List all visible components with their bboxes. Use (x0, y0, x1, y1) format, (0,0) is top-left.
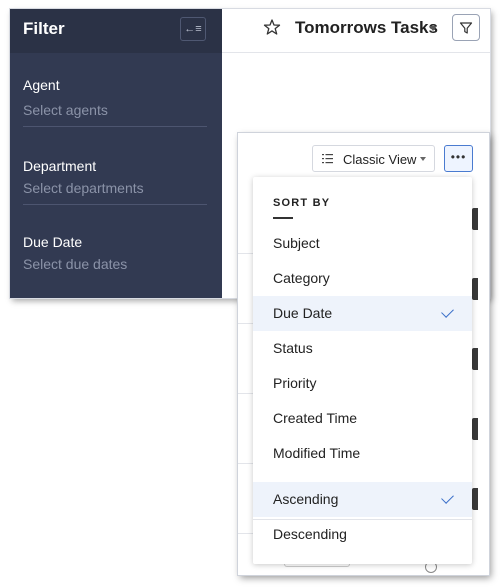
chevron-down-icon (420, 157, 426, 161)
list-row-avatar (472, 418, 478, 440)
sort-option-modified-time[interactable]: Modified Time (253, 436, 472, 471)
department-filter-field[interactable]: Department Select departments (23, 158, 207, 205)
list-row-divider (238, 393, 254, 394)
view-switcher-label: Classic View (343, 152, 417, 167)
sort-order-ascending[interactable]: Ascending (253, 482, 472, 517)
due-date-filter-input[interactable]: Select due dates (23, 256, 207, 272)
list-row-avatar (472, 208, 478, 230)
list-row-divider (238, 463, 254, 464)
sort-option-category[interactable]: Category (253, 261, 472, 296)
agent-filter-input[interactable]: Select agents (23, 102, 207, 118)
collapse-icon: ←≡ (184, 23, 202, 35)
sort-order-label: Descending (273, 526, 347, 542)
list-row-divider (238, 323, 254, 324)
due-date-filter-label: Due Date (23, 234, 83, 250)
star-icon[interactable] (263, 18, 281, 36)
sort-option-priority[interactable]: Priority (253, 366, 472, 401)
agent-filter-underline (23, 126, 207, 127)
checkmark-icon (441, 305, 454, 318)
sort-order-label: Ascending (273, 491, 339, 507)
collapse-panel-button[interactable]: ←≡ (180, 17, 206, 41)
sort-option-label: Modified Time (273, 445, 361, 461)
list-row-divider (238, 533, 254, 534)
department-filter-label: Department (23, 158, 97, 174)
more-options-button[interactable]: ••• (444, 145, 473, 172)
checkmark-icon (441, 491, 454, 504)
chevron-down-icon[interactable] (429, 26, 437, 31)
sort-option-label: Subject (273, 235, 320, 251)
sort-option-label: Priority (273, 375, 317, 391)
heading-underline (273, 217, 293, 219)
filter-toggle-button[interactable] (452, 14, 480, 41)
list-row-avatar (472, 278, 478, 300)
sort-option-label: Category (273, 270, 330, 286)
view-switcher-button[interactable]: Classic View (312, 145, 435, 172)
sort-order-descending[interactable]: Descending (253, 517, 472, 552)
sort-option-label: Status (273, 340, 313, 356)
sort-option-status[interactable]: Status (253, 331, 472, 366)
agent-filter-label: Agent (23, 77, 60, 93)
due-date-filter-field[interactable]: Due Date Select due dates (23, 234, 207, 272)
sort-option-due-date[interactable]: Due Date (253, 296, 472, 331)
list-row-divider (238, 253, 254, 254)
sort-option-subject[interactable]: Subject (253, 226, 472, 261)
agent-filter-field[interactable]: Agent Select agents (23, 77, 207, 127)
sort-option-label: Due Date (273, 305, 333, 321)
sort-option-label: Created Time (273, 410, 358, 426)
list-row-avatar (472, 348, 478, 370)
funnel-icon (459, 21, 473, 34)
list-view-icon (322, 154, 333, 164)
list-row-avatar (472, 488, 478, 510)
filter-title: Filter (23, 19, 65, 38)
header-divider (222, 52, 490, 53)
filter-panel: Filter ←≡ Agent Select agents Department… (10, 9, 222, 298)
view-title[interactable]: Tomorrows Tasks (295, 18, 438, 38)
sort-by-heading: SORT BY (273, 197, 331, 209)
sort-menu: SORT BY Subject Category Due Date Status… (253, 177, 472, 564)
department-filter-input[interactable]: Select departments (23, 180, 207, 196)
sort-option-created-time[interactable]: Created Time (253, 401, 472, 436)
more-icon: ••• (450, 150, 467, 164)
list-window: Classic View ••• SORT BY Subject Categor… (238, 133, 489, 575)
filter-header: Filter ←≡ (10, 9, 222, 53)
department-filter-underline (23, 204, 207, 205)
